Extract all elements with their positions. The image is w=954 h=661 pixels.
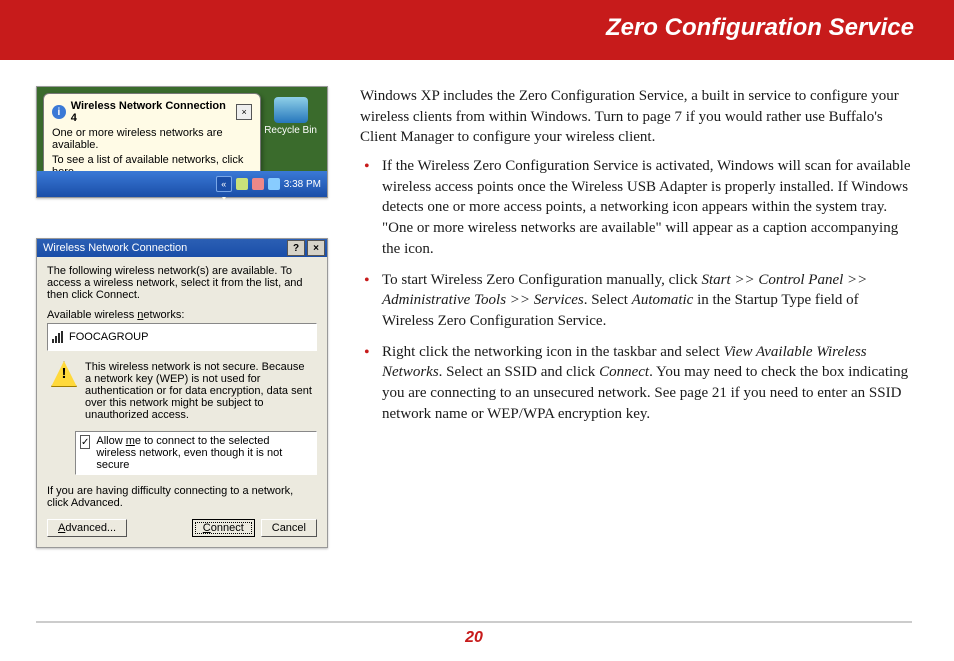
intro-paragraph: Windows XP includes the Zero Configurati…: [360, 86, 912, 148]
page-footer: 20: [36, 621, 912, 647]
tray-clock: 3:38 PM: [284, 179, 321, 190]
allow-connect-label: Allow me to connect to the selected wire…: [96, 435, 312, 471]
recycle-bin-label: Recycle Bin: [264, 125, 317, 136]
tray-network-icon[interactable]: [236, 178, 248, 190]
network-list-label: Available wireless networks:: [47, 309, 317, 321]
bullet-3: Right click the networking icon in the t…: [372, 342, 912, 425]
warning-row: This wireless network is not secure. Bec…: [47, 357, 317, 425]
page-header: Zero Configuration Service: [0, 0, 954, 60]
dialog-button-row: Advanced... Connect Cancel: [47, 519, 317, 537]
advanced-button[interactable]: Advanced...: [47, 519, 127, 537]
recycle-bin-icon: [274, 97, 308, 123]
dialog-help-button[interactable]: ?: [287, 240, 305, 256]
footer-rule: [36, 621, 912, 623]
dialog-intro: The following wireless network(s) are av…: [47, 265, 317, 301]
page-body: Recycle Bin i Wireless Network Connectio…: [0, 86, 954, 607]
screenshot-wireless-dialog: Wireless Network Connection ? × The foll…: [36, 238, 328, 548]
screenshot-tray-balloon: Recycle Bin i Wireless Network Connectio…: [36, 86, 328, 198]
balloon-close-button[interactable]: ×: [236, 104, 252, 120]
network-ssid: FOOCAGROUP: [69, 331, 148, 343]
cancel-button[interactable]: Cancel: [261, 519, 317, 537]
left-column: Recycle Bin i Wireless Network Connectio…: [0, 86, 360, 607]
allow-connect-checkbox-row[interactable]: ✓ Allow me to connect to the selected wi…: [75, 431, 317, 475]
balloon-title: Wireless Network Connection 4: [71, 100, 232, 124]
taskbar: « 3:38 PM: [37, 171, 327, 197]
bullet-1: If the Wireless Zero Configuration Servi…: [372, 156, 912, 259]
bullet-2: To start Wireless Zero Configuration man…: [372, 270, 912, 332]
warning-icon: [51, 361, 77, 387]
info-icon: i: [52, 105, 66, 119]
tray-icon[interactable]: [252, 178, 264, 190]
balloon-line1: One or more wireless networks are availa…: [52, 127, 252, 151]
network-list[interactable]: FOOCAGROUP: [47, 323, 317, 351]
page-number: 20: [465, 629, 483, 646]
dialog-titlebar: Wireless Network Connection ? ×: [37, 239, 327, 257]
recycle-bin: Recycle Bin: [264, 97, 317, 136]
page-title: Zero Configuration Service: [606, 14, 914, 42]
dialog-advice: If you are having difficulty connecting …: [47, 485, 317, 509]
signal-icon: [52, 331, 64, 343]
warning-text: This wireless network is not secure. Bec…: [85, 361, 313, 421]
tray-icon[interactable]: [268, 178, 280, 190]
allow-connect-checkbox[interactable]: ✓: [80, 435, 90, 449]
connect-button[interactable]: Connect: [192, 519, 255, 537]
dialog-title: Wireless Network Connection: [43, 242, 187, 254]
tray-chevron[interactable]: «: [216, 176, 232, 192]
dialog-close-button[interactable]: ×: [307, 240, 325, 256]
right-column: Windows XP includes the Zero Configurati…: [360, 86, 954, 607]
